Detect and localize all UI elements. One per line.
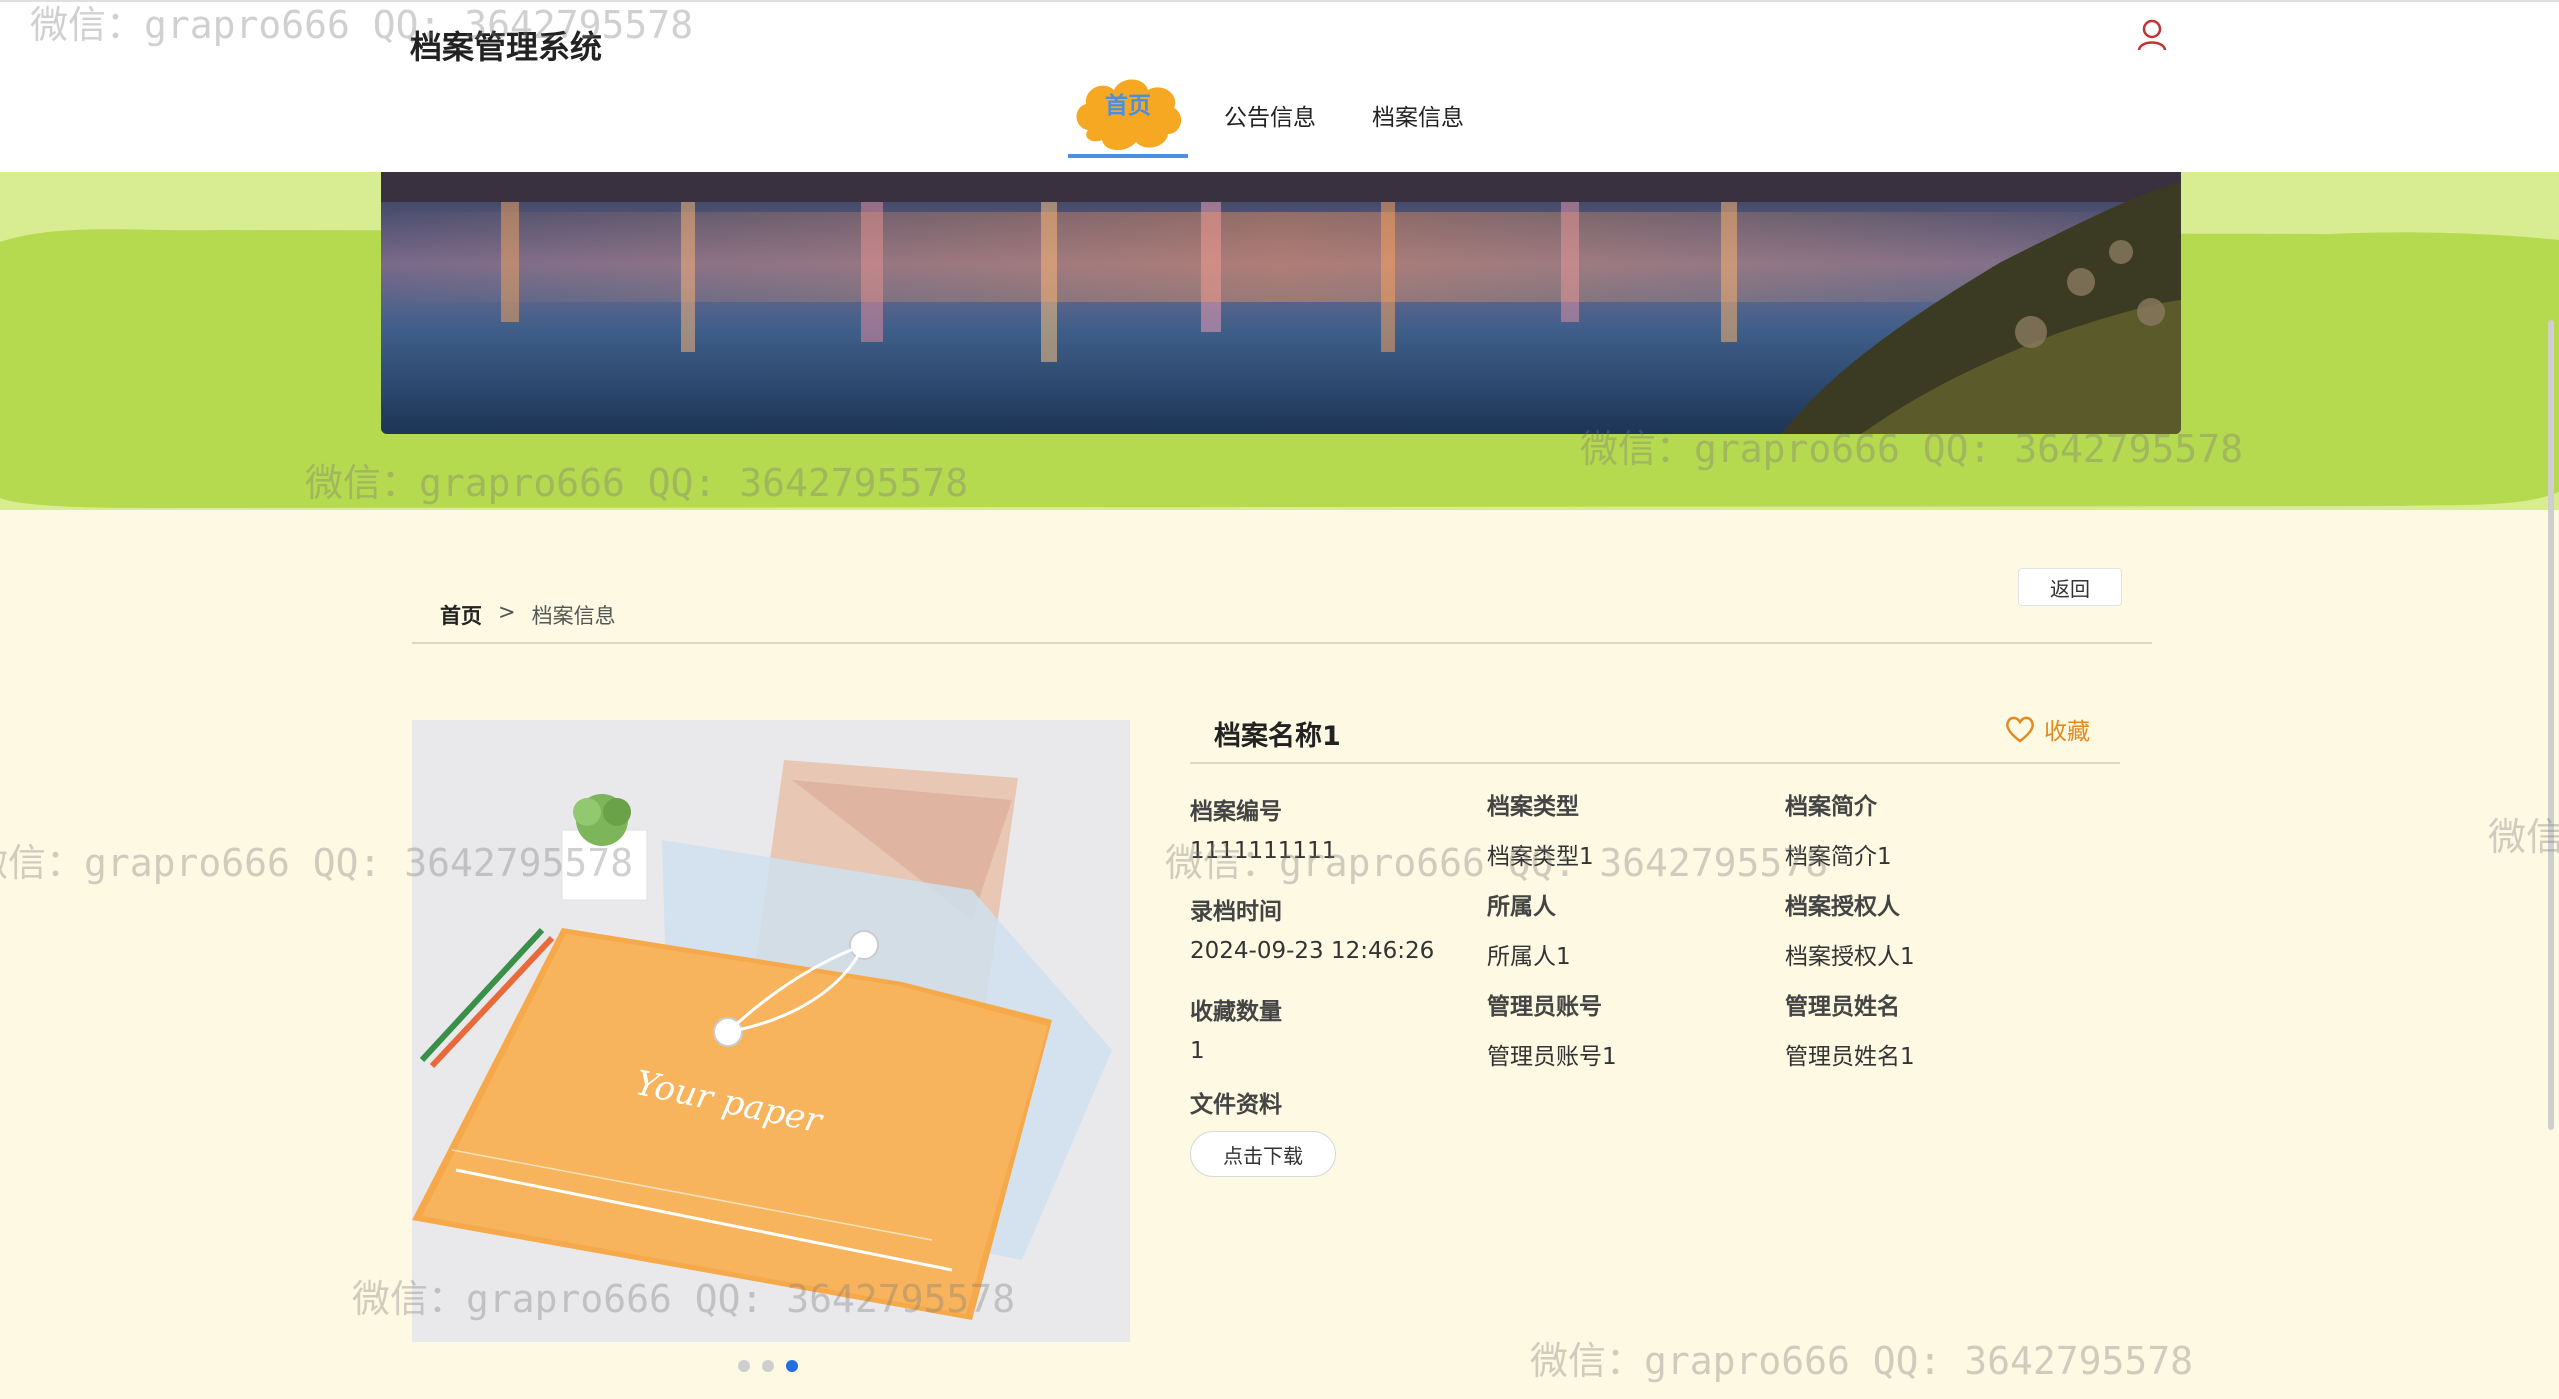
file-label: 文件资料: [1190, 1092, 1282, 1118]
carousel-dots: [738, 1360, 798, 1372]
field-value-admin-account: 管理员账号1: [1487, 1044, 1617, 1070]
breadcrumb-separator: >: [498, 600, 516, 624]
breadcrumb-home[interactable]: 首页: [440, 600, 482, 630]
nav-archives-label: 档案信息: [1372, 105, 1464, 131]
heart-icon: [2006, 716, 2034, 743]
user-icon[interactable]: [2136, 18, 2168, 52]
main-nav: 首页 公告信息 档案信息: [1068, 72, 1500, 162]
field-value-owner: 所属人1: [1487, 944, 1571, 970]
carousel-dot[interactable]: [762, 1360, 774, 1372]
nav-announcements-label: 公告信息: [1224, 105, 1316, 131]
nav-home[interactable]: 首页: [1068, 72, 1188, 158]
archive-product-image: Your paper: [412, 720, 1130, 1342]
site-title: 档案管理系统: [410, 28, 603, 66]
field-label-archive-type: 档案类型: [1487, 794, 1579, 820]
field-value-archive-no: 1111111111: [1190, 838, 1337, 864]
nav-archives[interactable]: 档案信息: [1352, 72, 1484, 158]
field-value-archive-intro: 档案简介1: [1785, 844, 1892, 870]
favorite-button[interactable]: 收藏: [2004, 712, 2090, 746]
field-value-record-time: 2024-09-23 12:46:26: [1190, 938, 1435, 964]
banner-image: [381, 172, 2181, 434]
field-value-archive-type: 档案类型1: [1487, 844, 1594, 870]
carousel-dot[interactable]: [738, 1360, 750, 1372]
field-value-admin-name: 管理员姓名1: [1785, 1044, 1915, 1070]
carousel-dot-active[interactable]: [786, 1360, 798, 1372]
page-scrollbar[interactable]: [2548, 320, 2554, 1130]
field-label-archive-intro: 档案简介: [1785, 794, 1877, 820]
watermark: 微信：grapro666 QQ: 3642795578: [1530, 1339, 2194, 1383]
field-label-favorite-count: 收藏数量: [1190, 999, 1282, 1025]
field-label-owner: 所属人: [1487, 894, 1556, 920]
back-button[interactable]: 返回: [2018, 568, 2122, 606]
page: 档案管理系统 首页 公告信息 档案信息 首页 > 档案信息 返回 Your pa…: [0, 0, 2559, 1399]
field-label-record-time: 录档时间: [1190, 899, 1282, 925]
breadcrumb-bar: 首页 > 档案信息 返回: [412, 560, 2152, 644]
field-label-admin-name: 管理员姓名: [1785, 994, 1900, 1020]
favorite-label: 收藏: [2044, 719, 2090, 745]
nav-announcements[interactable]: 公告信息: [1204, 72, 1336, 158]
archive-title: 档案名称1: [1214, 721, 1341, 752]
download-button[interactable]: 点击下载: [1190, 1131, 1336, 1177]
field-label-admin-account: 管理员账号: [1487, 994, 1602, 1020]
field-value-favorite-count: 1: [1190, 1038, 1205, 1064]
breadcrumb: 首页 > 档案信息: [440, 600, 616, 630]
nav-home-label: 首页: [1105, 93, 1151, 119]
field-value-authorizer: 档案授权人1: [1785, 944, 1915, 970]
field-label-authorizer: 档案授权人: [1785, 894, 1900, 920]
top-header: 档案管理系统 首页 公告信息 档案信息: [0, 0, 2559, 172]
title-divider: [1190, 762, 2120, 764]
breadcrumb-current: 档案信息: [531, 604, 616, 628]
field-label-archive-no: 档案编号: [1190, 799, 1282, 825]
